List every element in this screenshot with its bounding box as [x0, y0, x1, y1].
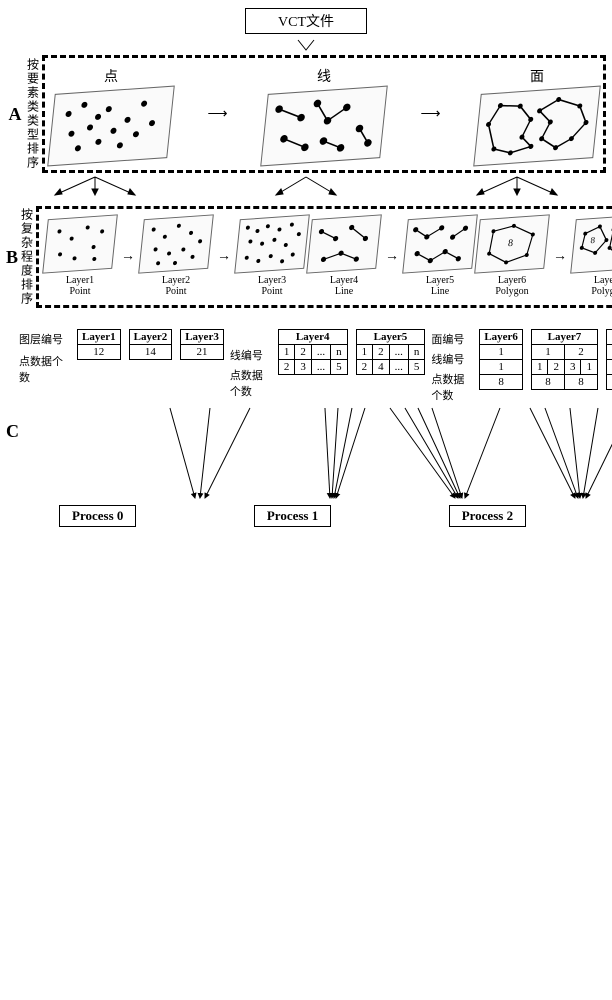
arrow-A-line-to-poly: ⟶ — [420, 106, 440, 123]
table-layer7: Layer7 12 1231 88 — [531, 329, 598, 390]
stage-B-caption: 按复杂程度排序 — [18, 206, 36, 308]
tile-layer5 — [402, 214, 478, 273]
poly7-node-8a: 8 — [590, 235, 596, 245]
B-poly-group: 8Layer6Polygon → 88Layer7Polygon → 78910… — [477, 217, 612, 297]
fan-arrows-point — [40, 175, 150, 204]
arrow-l1-l2: → — [121, 249, 135, 265]
tile-layer6-label: Layer6Polygon — [495, 275, 528, 297]
arrow-vct-to-A — [0, 38, 612, 53]
c-label-ptcount2: 点数据个数 — [230, 367, 272, 399]
c-label-lineid: 线编号 — [230, 347, 272, 363]
stage-A-row: A 按要素类类型排序 点 ⟶ 线 — [6, 55, 606, 173]
stage-A-letter: A — [6, 55, 24, 173]
stage-C-main: 图层编号 点数据个数 Layer112 Layer214 Layer321 线编… — [19, 329, 612, 533]
tile-layer7-label: Layer7Polygon — [591, 275, 612, 297]
tile-layer5-label: Layer5Line — [426, 275, 454, 297]
c-label-faceid: 面编号 — [431, 331, 473, 347]
table-layer3: Layer321 — [180, 329, 224, 360]
process-row: Process 0 Process 1 Process 2 Process 3 — [59, 505, 612, 527]
fan-arrows-poly — [462, 175, 572, 204]
c-label-ptcount3: 点数据个数 — [431, 371, 473, 403]
table-layer1: Layer112 — [77, 329, 121, 360]
group-polygon: 面 — [477, 66, 597, 162]
tile-point-cloud — [47, 86, 175, 167]
tile-layer1 — [42, 214, 118, 273]
stage-B-letter: B — [6, 206, 18, 308]
stage-C-letter: C — [6, 421, 19, 442]
tile-layer2-label: Layer2Point — [162, 275, 190, 297]
vct-file-label: VCT文件 — [278, 15, 334, 30]
table-layer4: Layer4 12...n 23...5 — [278, 329, 348, 375]
tile-layer6: 8 — [474, 214, 550, 273]
arrow-l6-l7: → — [553, 249, 567, 265]
arrow-B-to-C — [0, 310, 612, 325]
group-line: 线 — [264, 66, 384, 162]
B-line-group: Layer4Line → Layer5Line — [309, 217, 475, 297]
group-point: 点 — [51, 66, 171, 162]
stage-C-row: C 图层编号 点数据个数 Layer112 Layer214 Layer321 … — [6, 329, 606, 533]
process-2: Process 2 — [449, 505, 526, 527]
tile-layer3-label: Layer3Point — [258, 275, 286, 297]
vct-file-box: VCT文件 — [245, 8, 367, 34]
tile-layer7: 88 — [570, 214, 612, 273]
table-layer2: Layer214 — [129, 329, 173, 360]
arrow-l2-l3: → — [217, 249, 231, 265]
table-layer5: Layer5 12...n 24...5 — [356, 329, 426, 375]
process-1: Process 1 — [254, 505, 331, 527]
stage-B-box: Layer1Point → Layer2Point → Layer3Point … — [36, 206, 612, 308]
tile-layer4 — [306, 214, 382, 273]
group-polygon-label: 面 — [530, 66, 544, 86]
tile-layer2 — [138, 214, 214, 273]
arrow-l4-l5: → — [385, 249, 399, 265]
c-label-lineid2: 线编号 — [431, 351, 473, 367]
c-label-ptcount: 点数据个数 — [19, 353, 71, 385]
group-point-label: 点 — [104, 66, 118, 86]
tile-polygons — [473, 86, 601, 167]
c-label-layerid: 图层编号 — [19, 331, 71, 347]
tile-lines — [260, 86, 388, 167]
tile-layer4-label: Layer4Line — [330, 275, 358, 297]
poly-node-8-a: 8 — [507, 238, 513, 249]
group-line-label: 线 — [317, 66, 331, 86]
process-0: Process 0 — [59, 505, 136, 527]
B-point-group: Layer1Point → Layer2Point → Layer3Point — [45, 217, 307, 297]
stage-A-caption: 按要素类类型排序 — [24, 55, 42, 173]
fan-arrows-line — [251, 175, 361, 204]
arrow-A-pt-to-line: ⟶ — [207, 106, 227, 123]
tile-layer3 — [234, 214, 310, 273]
table-layer6: Layer6 1 1 8 — [479, 329, 523, 390]
tile-layer1-label: Layer1Point — [66, 275, 94, 297]
stage-B-row: B 按复杂程度排序 Layer1Point → Layer2Point → La… — [6, 206, 606, 308]
stage-A-box: 点 ⟶ 线 — [42, 55, 606, 173]
table-layer8: Layer8 123 11223412 7910 — [606, 329, 612, 390]
